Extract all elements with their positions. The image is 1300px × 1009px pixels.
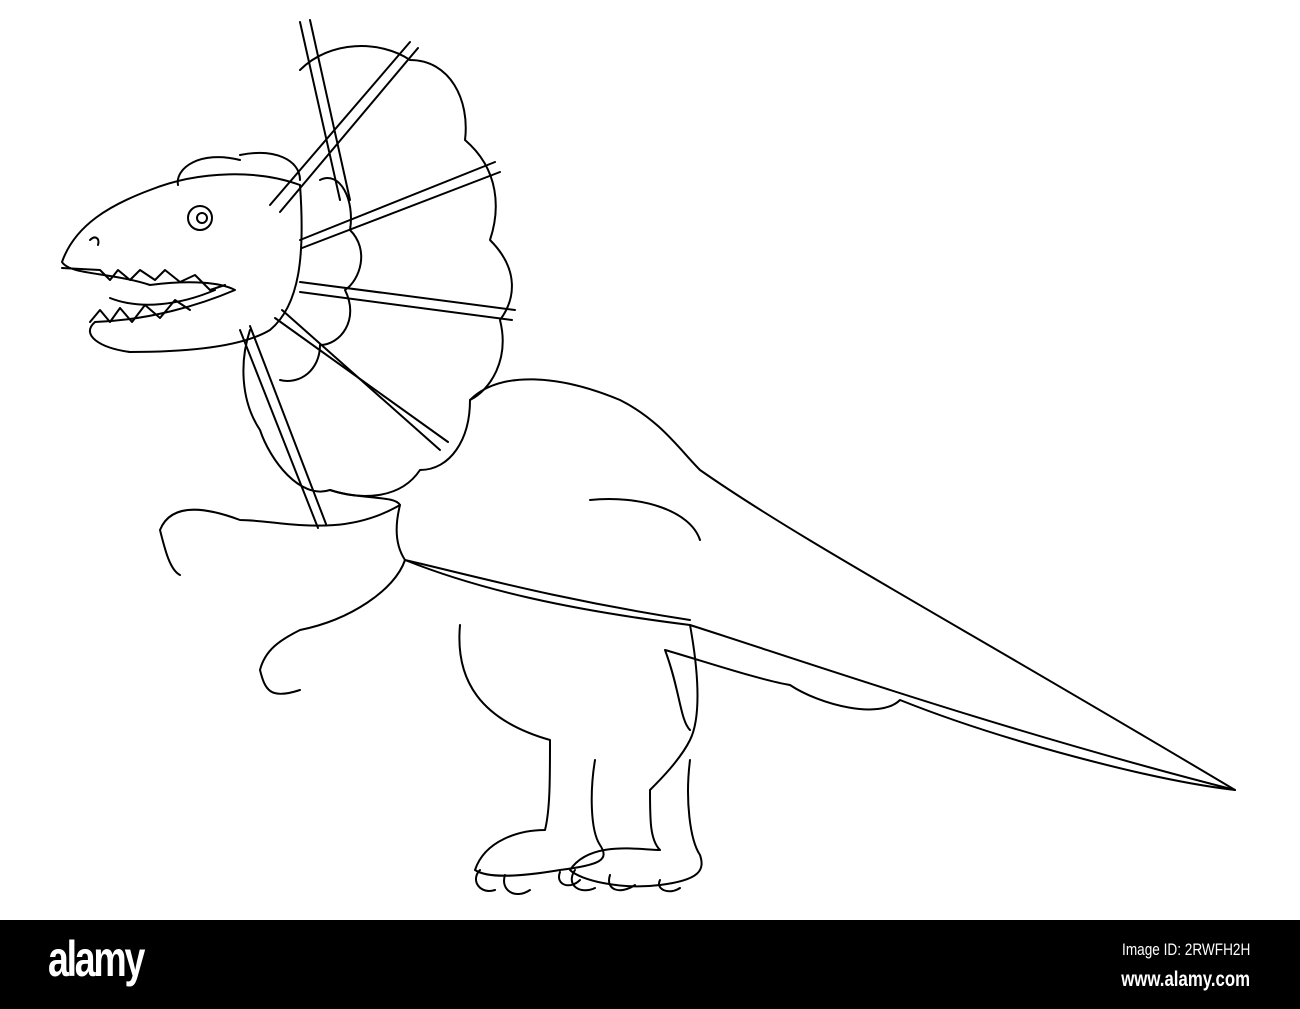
website-link[interactable]: www.alamy.com [1121,968,1250,992]
eye [187,205,213,231]
image-id-label: Image ID: 2RWFH2H [1121,940,1250,959]
legs [458,624,703,895]
watermark-banner: alamy Image ID: 2RWFH2H www.alamy.com [0,920,1300,1009]
alamy-logo[interactable]: alamy [48,930,145,988]
head [61,151,303,353]
dilophosaurus-line-drawing [61,19,1236,895]
neck-frill [239,19,516,529]
body [159,378,1236,791]
